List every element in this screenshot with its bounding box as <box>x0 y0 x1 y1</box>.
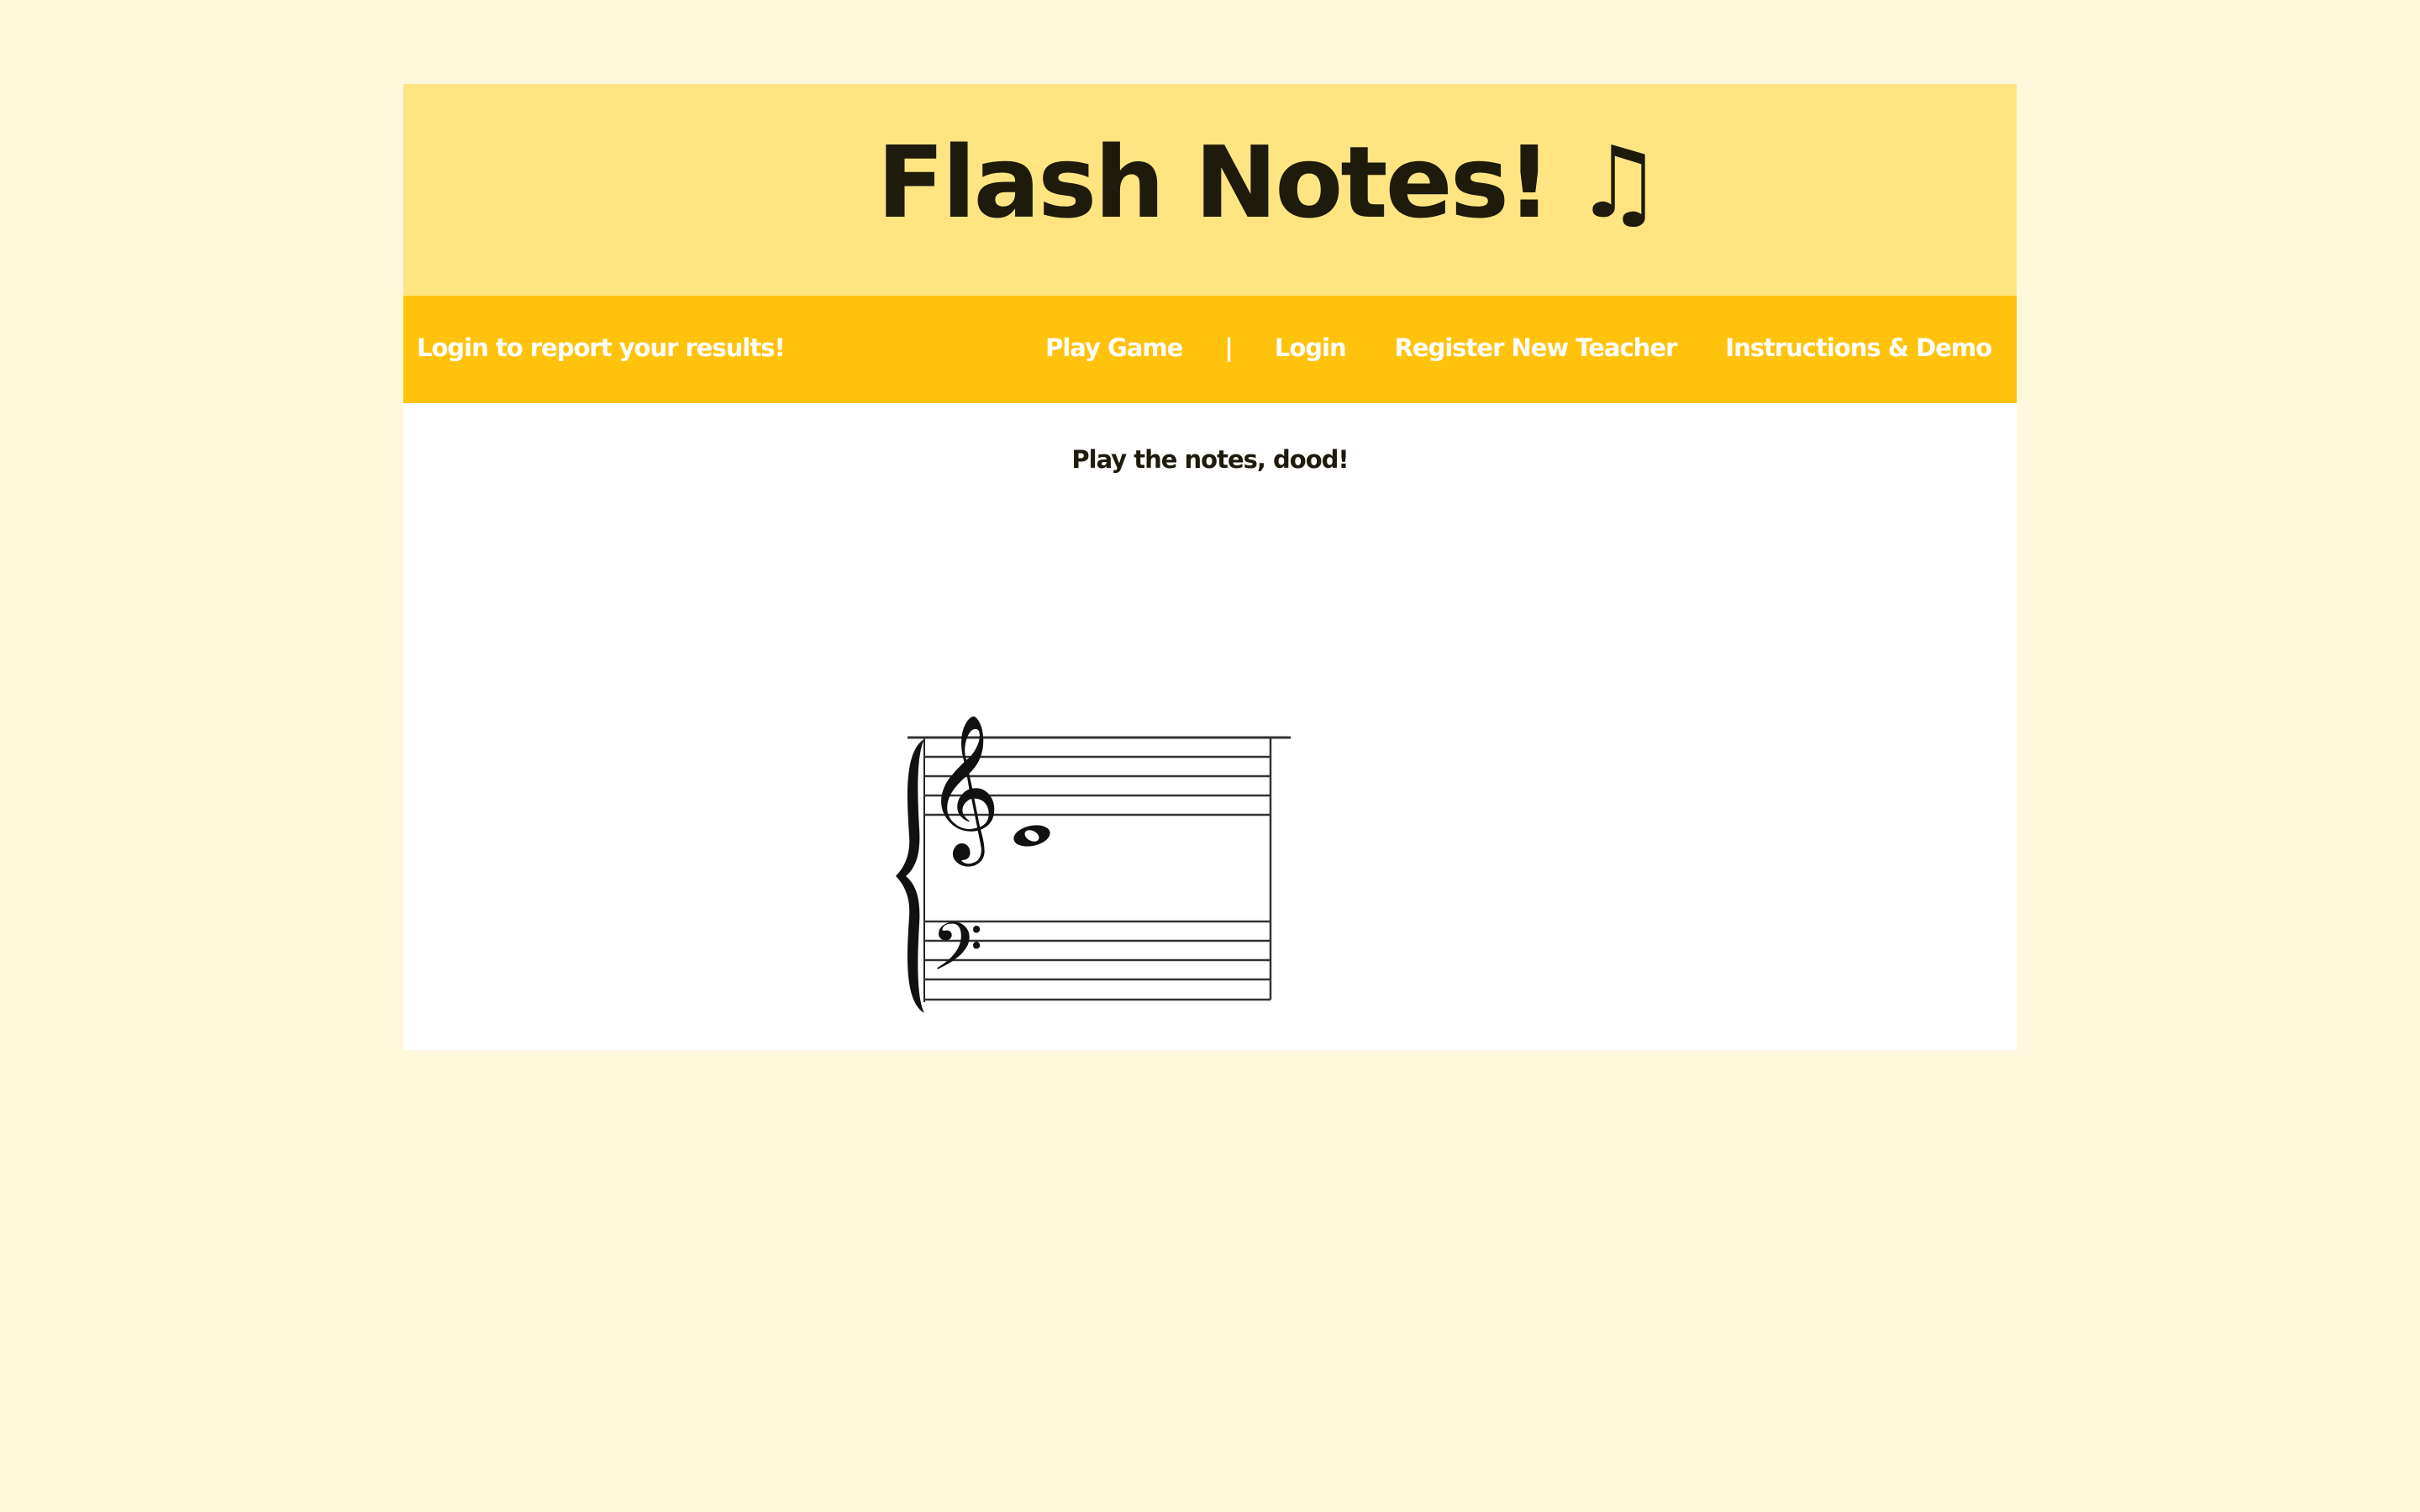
whole-note <box>1013 825 1050 847</box>
grand-staff: 𝄞 𝄢 <box>896 714 1291 1013</box>
music-note-icon: ♫ <box>1574 124 1664 240</box>
page-title: Flash Notes! ♫ <box>403 124 2017 240</box>
nav-menu: Play Game | Login Register New Teacher I… <box>1045 333 1992 362</box>
play-prompt: Play the notes, dood! <box>1071 445 1349 474</box>
nav-instructions-demo[interactable]: Instructions & Demo <box>1725 333 1992 362</box>
nav-separator: | <box>1224 333 1234 362</box>
staff-brace <box>896 739 924 1013</box>
header-banner: Flash Notes! ♫ <box>403 84 2017 296</box>
treble-clef-icon: 𝄞 <box>926 714 1001 867</box>
nav-register-teacher[interactable]: Register New Teacher <box>1395 333 1678 362</box>
nav-play-game[interactable]: Play Game <box>1045 333 1183 362</box>
main-container: Flash Notes! ♫ Login to report your resul… <box>403 84 2017 1050</box>
navbar: Login to report your results! Play Game … <box>403 296 2017 403</box>
bass-clef-icon: 𝄢 <box>931 908 983 1002</box>
nav-login[interactable]: Login <box>1275 333 1347 362</box>
login-report-link[interactable]: Login to report your results! <box>417 333 786 362</box>
title-text: Flash Notes! <box>876 124 1551 240</box>
